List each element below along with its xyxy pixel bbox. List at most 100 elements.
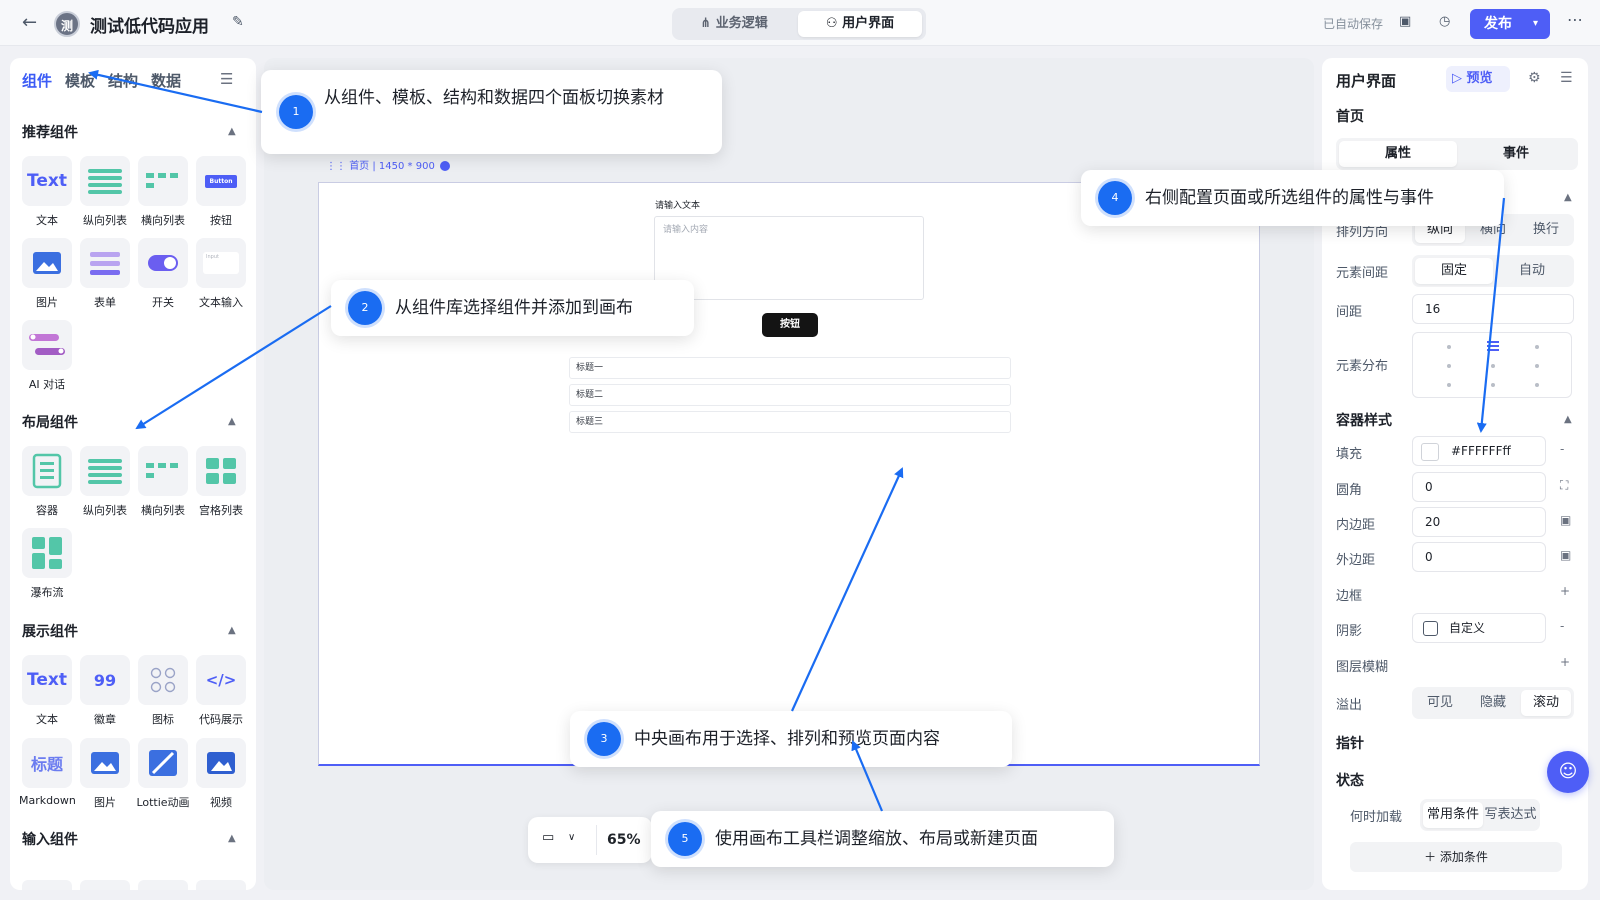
list-item[interactable]: 标题一 xyxy=(569,357,1011,379)
preview-button[interactable]: ▷ 预览 xyxy=(1446,66,1510,92)
collapse-up-icon[interactable]: ▲ xyxy=(228,625,236,636)
overflow-hidden[interactable]: 隐藏 xyxy=(1468,690,1518,716)
share-icon: ⋔ xyxy=(700,16,716,31)
corner-split-icon[interactable]: ⛶ xyxy=(1560,478,1568,493)
collapse-up-icon[interactable]: ▲ xyxy=(228,416,236,427)
list-item[interactable]: 标题二 xyxy=(569,384,1011,406)
component-label: 纵向列表 xyxy=(83,504,127,517)
form-icon xyxy=(80,238,130,288)
tab-business-logic[interactable]: ⋔ 业务逻辑 xyxy=(676,11,792,37)
component-container[interactable]: 容器 xyxy=(19,446,75,526)
callout-text: 从组件库选择组件并添加到画布 xyxy=(395,298,633,318)
spacing-fixed[interactable]: 固定 xyxy=(1415,258,1493,284)
shadow-checkbox[interactable] xyxy=(1423,621,1438,636)
component-image[interactable]: 图片 xyxy=(19,238,75,318)
collapse-up-icon[interactable]: ▲ xyxy=(1564,414,1572,425)
load-when-common[interactable]: 常用条件 xyxy=(1423,802,1483,828)
component-form[interactable]: 表单 xyxy=(77,238,133,318)
tab-properties[interactable]: 属性 xyxy=(1339,141,1457,167)
dist-dot xyxy=(1491,383,1495,387)
prop-event-tabs: 属性 事件 xyxy=(1336,138,1578,170)
tab-label: 用户界面 xyxy=(842,16,895,31)
component-vertical-list[interactable]: 纵向列表 xyxy=(77,156,133,236)
margin-sides-icon[interactable]: ▣ xyxy=(1560,548,1571,562)
component-horizontal-list[interactable]: 横向列表 xyxy=(135,156,191,236)
tab-structure[interactable]: 结构 xyxy=(108,70,138,91)
add-plus-icon[interactable]: + xyxy=(1560,655,1570,669)
page-name: 首页 xyxy=(1336,109,1364,125)
tab-data[interactable]: 数据 xyxy=(151,70,181,91)
gap-input[interactable]: 16 xyxy=(1412,294,1574,324)
padding-input[interactable]: 20 xyxy=(1412,507,1546,537)
shadow-input[interactable]: 自定义 xyxy=(1412,613,1546,643)
component-badge[interactable]: 99 徽章 xyxy=(77,655,133,735)
component-button[interactable]: Button 按钮 xyxy=(193,156,249,236)
distribution-grid[interactable] xyxy=(1412,332,1572,398)
component-text[interactable]: Text 文本 xyxy=(19,156,75,236)
overflow-scroll[interactable]: 滚动 xyxy=(1521,690,1571,716)
tab-events[interactable]: 事件 xyxy=(1457,141,1575,167)
collapse-up-icon[interactable]: ▲ xyxy=(228,126,236,137)
edit-pencil-icon[interactable]: ✎ xyxy=(232,14,244,30)
overflow-visible[interactable]: 可见 xyxy=(1415,690,1465,716)
fill-input[interactable]: #FFFFFFff xyxy=(1412,436,1546,466)
callout-number: 2 xyxy=(348,291,382,325)
radius-input[interactable]: 0 xyxy=(1412,472,1546,502)
tab-components[interactable]: 组件 xyxy=(22,70,52,91)
canvas-text-label[interactable]: 请输入文本 xyxy=(655,198,700,211)
component-text-input[interactable]: Input 文本输入 xyxy=(193,238,249,318)
color-swatch[interactable] xyxy=(1421,443,1439,461)
spacing-auto[interactable]: 自动 xyxy=(1493,258,1571,284)
remove-minus-icon[interactable]: - xyxy=(1560,619,1564,633)
component-vertical-list-layout[interactable]: 纵向列表 xyxy=(77,446,133,526)
code-glyph: </> xyxy=(196,655,246,705)
component-horizontal-list-layout[interactable]: 横向列表 xyxy=(135,446,191,526)
component-markdown[interactable]: 标题 Markdown xyxy=(19,738,76,818)
canvas-page[interactable]: 请输入文本 请输入内容 按钮 标题一 标题二 标题三 xyxy=(318,182,1260,766)
component-label: 宫格列表 xyxy=(199,504,243,517)
back-arrow-icon[interactable]: ← xyxy=(22,13,42,33)
component-icon[interactable]: 图标 xyxy=(135,655,191,735)
component-tile-partial xyxy=(80,880,130,890)
publish-button[interactable]: 发布 ▾ xyxy=(1470,9,1550,39)
load-when-expression[interactable]: 写表达式 xyxy=(1483,802,1538,828)
padding-sides-icon[interactable]: ▣ xyxy=(1560,513,1571,527)
section-title-display: 展示组件 xyxy=(22,624,78,640)
component-video[interactable]: 视频 xyxy=(193,738,249,818)
canvas-textarea[interactable]: 请输入内容 xyxy=(654,216,924,300)
add-condition-button[interactable]: ＋ 添加条件 xyxy=(1350,842,1562,872)
component-lottie[interactable]: Lottie动画 xyxy=(135,738,191,818)
component-switch[interactable]: 开关 xyxy=(135,238,191,318)
chevron-down-icon[interactable]: ∨ xyxy=(568,832,575,843)
component-label: 横向列表 xyxy=(141,504,185,517)
more-icon[interactable]: ⋯ xyxy=(1567,10,1583,29)
collapse-up-icon[interactable]: ▲ xyxy=(228,833,236,844)
component-image-display[interactable]: 图片 xyxy=(77,738,133,818)
add-plus-icon[interactable]: + xyxy=(1560,584,1570,598)
collapse-panel-icon[interactable]: ☰ xyxy=(220,70,233,88)
collapse-up-icon[interactable]: ▲ xyxy=(1564,192,1572,203)
save-icon[interactable]: ▣ xyxy=(1399,14,1411,29)
component-label: 徽章 xyxy=(94,713,116,726)
assistant-robot-icon[interactable]: ☺ xyxy=(1547,751,1589,793)
collapse-panel-icon[interactable]: ☰ xyxy=(1560,70,1573,86)
tab-templates[interactable]: 模板 xyxy=(65,70,95,91)
remove-minus-icon[interactable]: - xyxy=(1560,442,1564,456)
zoom-level[interactable]: 65% xyxy=(596,825,648,855)
component-text-display[interactable]: Text 文本 xyxy=(19,655,75,735)
section-title-recommended: 推荐组件 xyxy=(22,125,78,141)
settings-gear-icon[interactable]: ⚙ xyxy=(1528,70,1541,86)
component-label: 纵向列表 xyxy=(83,214,127,227)
component-waterfall[interactable]: 瀑布流 xyxy=(19,528,75,608)
component-grid-list[interactable]: 宫格列表 xyxy=(193,446,249,526)
component-code[interactable]: </> 代码展示 xyxy=(193,655,249,735)
page-size-label[interactable]: ⋮⋮ 首页 | 1450 * 900 xyxy=(326,157,451,172)
tab-user-interface[interactable]: ⚇ 用户界面 xyxy=(798,11,922,37)
monitor-icon[interactable]: ▭ xyxy=(542,830,554,845)
history-clock-icon[interactable]: ◷ xyxy=(1439,14,1450,29)
list-item[interactable]: 标题三 xyxy=(569,411,1011,433)
direction-wrap[interactable]: 换行 xyxy=(1521,217,1571,243)
component-ai-chat[interactable]: AI 对话 xyxy=(19,320,75,400)
canvas-button[interactable]: 按钮 xyxy=(762,313,818,337)
margin-input[interactable]: 0 xyxy=(1412,542,1546,572)
